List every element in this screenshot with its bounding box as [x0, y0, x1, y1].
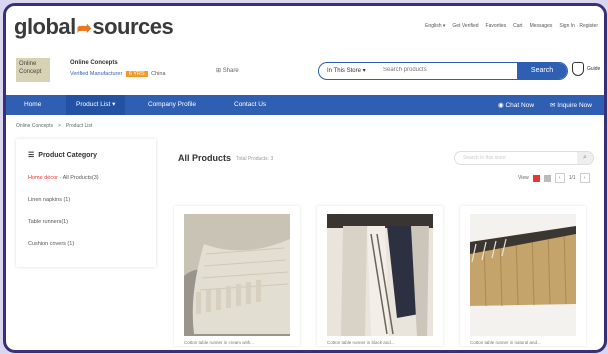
logo-text-left: global: [14, 14, 76, 39]
product-caption[interactable]: Cotton table runner in cream with...: [184, 340, 254, 345]
search-input[interactable]: [383, 67, 483, 73]
verified-label: Verified Manufacturer: [70, 71, 123, 77]
breadcrumb-separator: >: [57, 123, 61, 129]
share-icon: ⊞: [216, 68, 223, 74]
supplier-verification: Verified Manufacturer 6 YRS China: [70, 71, 166, 77]
share-label: Share: [222, 68, 239, 74]
category-label: Home décor: [28, 175, 58, 181]
product-image[interactable]: [470, 214, 576, 336]
browser-frame: global➦sources English ▾ Get Verified Fa…: [3, 3, 607, 353]
breadcrumb-home[interactable]: Online Concepts: [16, 123, 53, 129]
product-count: Total Products: 3: [236, 156, 274, 162]
product-image[interactable]: [184, 214, 290, 336]
chat-now-button[interactable]: ◉ Chat Now: [498, 101, 534, 109]
category-sidebar: ☰ Product Category Home décor · All Produ…: [16, 139, 156, 267]
share-button[interactable]: ⊞ Share: [216, 67, 239, 74]
menu-icon: ☰: [28, 152, 35, 159]
breadcrumb: Online Concepts > Product List: [16, 123, 97, 129]
cart-link[interactable]: Cart: [513, 23, 522, 29]
get-verified-link[interactable]: Get Verified: [452, 23, 478, 29]
language-link[interactable]: English ▾: [425, 23, 445, 29]
favorites-link[interactable]: Favorites: [486, 23, 507, 29]
store-search-bar: In This Store ▾ Search: [318, 62, 568, 80]
search-icon[interactable]: ⌕: [577, 152, 593, 164]
supplier-row: Online Concept Online Concepts Verified …: [6, 54, 604, 90]
breadcrumb-current: Product List: [65, 123, 93, 129]
chat-now-label: Chat Now: [505, 102, 535, 109]
supplier-country: China: [151, 71, 166, 77]
nav-home[interactable]: Home: [24, 101, 41, 108]
sign-in-link[interactable]: Sign In · Register: [559, 23, 598, 29]
messages-link[interactable]: Messages: [530, 23, 553, 29]
store-inner-search: Search in this store ⌕: [454, 151, 594, 165]
category-item-cushions[interactable]: Cushion covers (1): [28, 241, 74, 247]
sidebar-title: ☰ Product Category: [28, 151, 97, 159]
shield-label: Guide: [587, 66, 601, 72]
product-card[interactable]: Cotton table runner in natural and...: [460, 206, 586, 346]
store-nav-bar: Home Product List ▾ Company Profile Cont…: [6, 95, 604, 115]
category-item-runners[interactable]: Table runners(1): [28, 219, 68, 225]
view-label: View: [518, 175, 529, 181]
search-button[interactable]: Search: [517, 63, 567, 79]
logo-text-right: sources: [92, 14, 174, 39]
top-header: global➦sources English ▾ Get Verified Fa…: [6, 6, 604, 44]
product-card[interactable]: Cotton table runner in cream with...: [174, 206, 300, 346]
grid-view-icon[interactable]: [532, 174, 540, 182]
category-count: All Products(3): [62, 175, 99, 181]
supplier-logo[interactable]: Online Concept: [16, 58, 50, 82]
page-indicator: 1/1: [568, 175, 576, 181]
next-page-button[interactable]: ›: [579, 173, 590, 183]
nav-contact-us[interactable]: Contact Us: [234, 101, 266, 108]
search-scope-select[interactable]: In This Store ▾: [327, 67, 366, 74]
nav-company-profile[interactable]: Company Profile: [148, 101, 196, 108]
top-links: English ▾ Get Verified Favorites Cart Me…: [425, 23, 598, 29]
inquire-now-label: Inquire Now: [557, 102, 592, 109]
years-badge: 6 YRS: [125, 71, 148, 77]
supplier-name[interactable]: Online Concepts: [70, 60, 118, 66]
logo-mark-icon: ➦: [76, 18, 92, 38]
product-card[interactable]: Cotton table runner in black and...: [317, 206, 443, 346]
category-item-napkins[interactable]: Linen napkins (1): [28, 197, 70, 203]
sidebar-title-label: Product Category: [38, 152, 98, 159]
site-logo[interactable]: global➦sources: [14, 14, 174, 40]
product-caption[interactable]: Cotton table runner in black and...: [327, 340, 395, 345]
product-image[interactable]: [327, 214, 433, 336]
view-controls: View ‹ 1/1 ›: [518, 173, 590, 183]
inner-search-input[interactable]: Search in this store: [463, 155, 506, 161]
product-caption[interactable]: Cotton table runner in natural and...: [470, 340, 541, 345]
shield-icon[interactable]: [572, 62, 584, 76]
nav-product-list[interactable]: Product List ▾: [66, 95, 126, 115]
inquire-now-button[interactable]: ✉ Inquire Now: [550, 101, 592, 109]
prev-page-button[interactable]: ‹: [554, 173, 565, 183]
page-title: All Products: [178, 153, 232, 163]
category-item-all[interactable]: Home décor · All Products(3): [28, 175, 99, 181]
list-view-icon[interactable]: [543, 174, 551, 182]
